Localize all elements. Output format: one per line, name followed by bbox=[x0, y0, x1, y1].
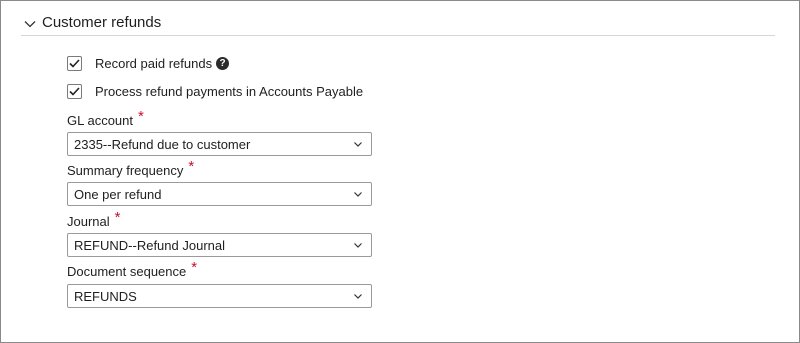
checkmark-icon bbox=[69, 58, 80, 68]
customer-refunds-panel: Customer refunds Record paid refunds ? P… bbox=[0, 0, 800, 343]
chevron-down-icon bbox=[353, 139, 363, 149]
document-sequence-value: REFUNDS bbox=[74, 288, 137, 304]
process-in-ap-checkbox[interactable] bbox=[67, 83, 82, 99]
summary-frequency-value: One per refund bbox=[74, 186, 162, 202]
chevron-down-icon bbox=[353, 291, 363, 301]
document-sequence-label-text: Document sequence bbox=[67, 264, 187, 279]
required-marker: * bbox=[188, 158, 195, 175]
required-marker: * bbox=[138, 108, 144, 125]
gl-account-label-text: GL account bbox=[67, 113, 134, 128]
process-in-ap-label: Process refund payments in Accounts Paya… bbox=[95, 83, 364, 99]
chevron-down-icon bbox=[353, 240, 363, 250]
checkmark-icon bbox=[69, 86, 80, 96]
document-sequence-select[interactable]: REFUNDS bbox=[67, 284, 372, 308]
journal-label-text: Journal bbox=[67, 214, 110, 229]
process-in-ap-option[interactable]: Process refund payments in Accounts Paya… bbox=[67, 82, 363, 100]
document-sequence-label: Document sequence * bbox=[67, 259, 198, 279]
required-marker: * bbox=[191, 259, 198, 276]
chevron-down-icon bbox=[353, 189, 363, 199]
summary-frequency-select[interactable]: One per refund bbox=[67, 182, 372, 206]
chevron-down-icon[interactable] bbox=[23, 17, 37, 31]
question-circle-icon[interactable]: ? bbox=[216, 56, 230, 70]
record-paid-refunds-option[interactable]: Record paid refunds ? bbox=[67, 54, 230, 72]
required-marker: * bbox=[114, 209, 121, 226]
section-title: Customer refunds bbox=[42, 13, 162, 31]
gl-account-label: GL account * bbox=[67, 108, 144, 128]
summary-frequency-label-text: Summary frequency bbox=[67, 163, 184, 178]
section-header-customer-refunds[interactable]: Customer refunds bbox=[21, 9, 775, 36]
journal-select[interactable]: REFUND--Refund Journal bbox=[67, 233, 372, 257]
record-paid-refunds-label: Record paid refunds bbox=[95, 55, 213, 71]
record-paid-refunds-checkbox[interactable] bbox=[67, 55, 82, 71]
journal-label: Journal * bbox=[67, 209, 121, 229]
gl-account-select[interactable]: 2335--Refund due to customer bbox=[67, 132, 372, 156]
summary-frequency-label: Summary frequency * bbox=[67, 158, 195, 178]
gl-account-value: 2335--Refund due to customer bbox=[74, 136, 251, 152]
journal-value: REFUND--Refund Journal bbox=[74, 237, 225, 253]
